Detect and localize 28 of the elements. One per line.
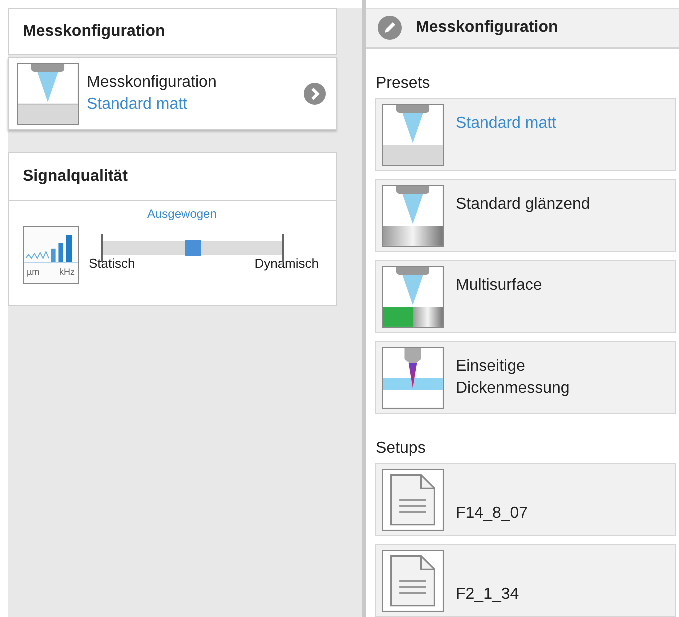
document-icon	[382, 550, 444, 612]
document-icon	[382, 469, 444, 531]
config-value: Standard matt	[87, 96, 188, 114]
pencil-icon[interactable]	[378, 16, 402, 40]
panel-title: Messkonfiguration	[23, 22, 166, 40]
preset-item[interactable]: Standard glänzend	[375, 179, 676, 252]
preset-item[interactable]: Multisurface	[375, 260, 676, 333]
preset-item[interactable]: Einseitige Dickenmessung	[375, 341, 676, 414]
sensor-gloss-icon	[382, 185, 444, 247]
sensor-matt-icon	[17, 62, 79, 124]
config-label: Messkonfiguration	[87, 74, 218, 92]
section-label: Setups	[376, 440, 427, 458]
signal-title: Signalqualität	[23, 168, 128, 186]
panel-title: Messkonfiguration	[416, 19, 558, 37]
sensor-thickness-icon	[382, 347, 444, 409]
slider-max-label: Dynamisch	[254, 256, 319, 271]
setup-item[interactable]: F2_1_34	[375, 544, 676, 617]
sensor-multi-icon	[382, 266, 444, 328]
slider-min-label: Statisch	[89, 256, 136, 271]
section-label: Presets	[376, 75, 432, 93]
chevron-right-icon[interactable]	[304, 82, 326, 104]
sensor-matt-icon	[382, 104, 444, 166]
config-card[interactable]: Messkonfiguration Standard matt	[8, 57, 337, 130]
unit-label: kHz	[60, 267, 75, 277]
slider-value-label: Ausgewogen	[148, 207, 217, 221]
slider-thumb[interactable]	[184, 240, 200, 256]
unit-label: µm	[27, 267, 40, 277]
setup-item[interactable]: F14_8_07	[375, 463, 676, 536]
